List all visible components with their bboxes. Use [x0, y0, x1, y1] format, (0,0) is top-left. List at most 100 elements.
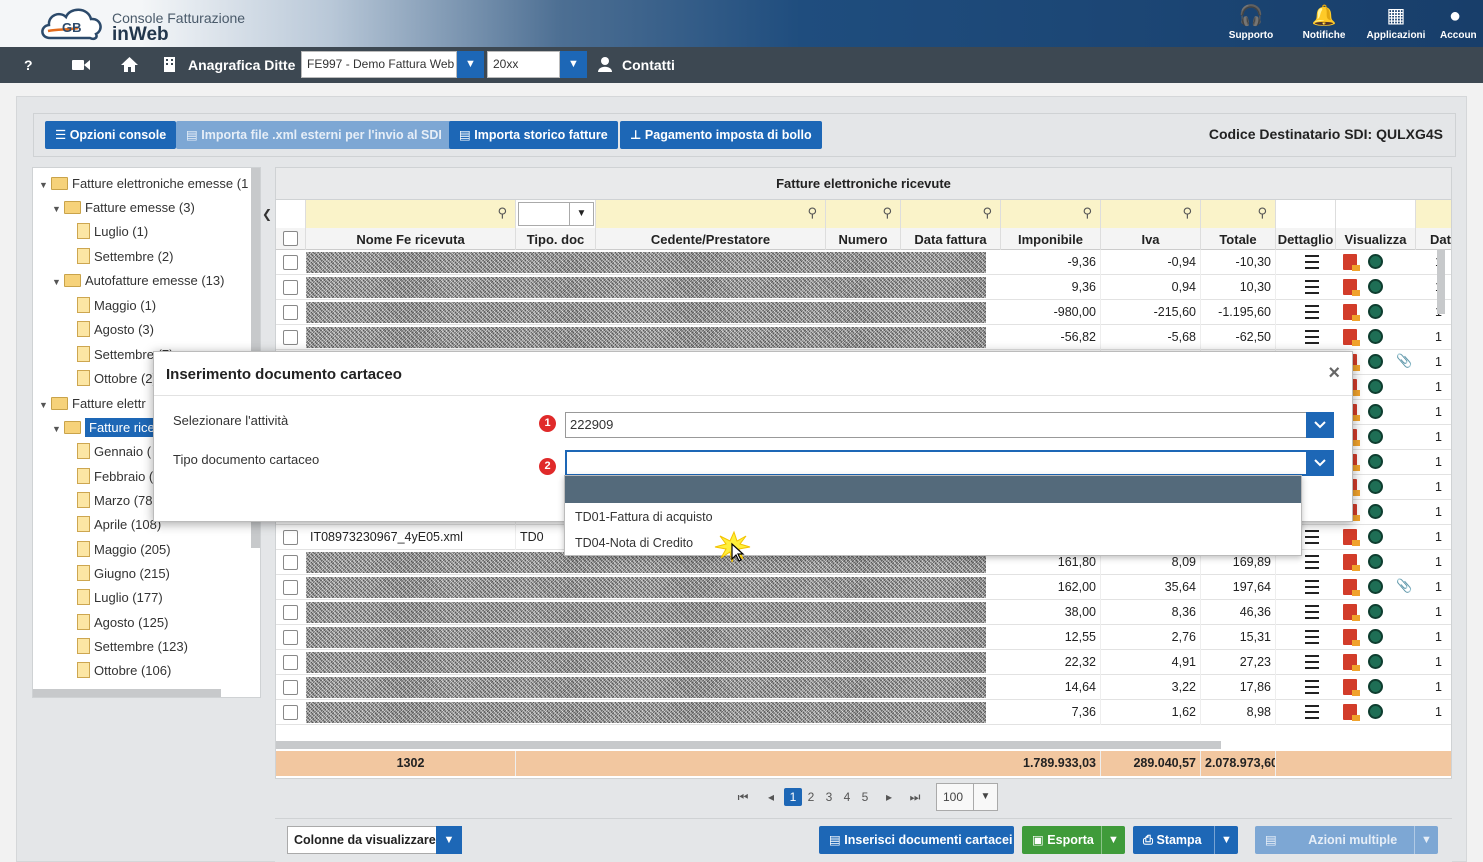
menu-lines-icon[interactable]	[1305, 280, 1319, 294]
row-checkbox[interactable]	[283, 580, 298, 595]
tree-node[interactable]: Agosto (125)	[65, 613, 168, 633]
col-nome[interactable]: Nome Fe ricevuta	[306, 228, 516, 250]
view-invoice-icon[interactable]	[1368, 379, 1383, 394]
importa-xml-button[interactable]: ▤ Importa file .xml esterni per l'invio …	[176, 121, 452, 149]
view-invoice-icon[interactable]	[1368, 304, 1383, 319]
filter-nome[interactable]: ⚲	[306, 200, 516, 228]
chevron-down-icon[interactable]	[1306, 412, 1334, 438]
col-visualizza[interactable]: Visualizza	[1336, 228, 1416, 250]
col-numero[interactable]: Numero	[826, 228, 901, 250]
tree-node[interactable]: Maggio (1)	[65, 296, 156, 316]
col-dettaglio[interactable]: Dettaglio	[1276, 228, 1336, 250]
chevron-down-icon[interactable]: ▼	[1414, 826, 1438, 854]
tipo-documento-select[interactable]	[565, 450, 1334, 476]
page-3[interactable]: 3	[823, 788, 835, 806]
apps-button[interactable]: ▦ Applicazioni	[1366, 2, 1426, 41]
tree-node[interactable]: Settembre (123)	[65, 637, 188, 657]
pdf-file-icon[interactable]	[1343, 254, 1360, 271]
esporta-button[interactable]: ▣ Esporta ▼	[1022, 826, 1125, 854]
tree-node[interactable]: Luglio (177)	[65, 588, 163, 608]
chevron-down-icon[interactable]: ▼	[1101, 826, 1125, 854]
first-page-icon[interactable]: ⏮	[737, 788, 749, 806]
chevron-down-icon[interactable]: ▼	[436, 826, 462, 854]
option-td04[interactable]: TD04-Nota di Credito	[565, 530, 1301, 556]
filter-numero[interactable]: ⚲	[826, 200, 901, 228]
filter-totale[interactable]: ⚲	[1201, 200, 1276, 228]
tree-node[interactable]: Gennaio (	[65, 442, 151, 462]
menu-lines-icon[interactable]	[1305, 305, 1319, 319]
importa-storico-button[interactable]: ▤ Importa storico fatture	[449, 121, 618, 149]
chevron-down-icon[interactable]	[1306, 450, 1334, 476]
table-row[interactable]: 162,00 35,64 197,64 📎 1	[276, 575, 1451, 600]
pdf-file-icon[interactable]	[1343, 329, 1360, 346]
view-invoice-icon[interactable]	[1368, 354, 1383, 369]
paperclip-icon[interactable]: 📎	[1396, 578, 1412, 594]
tree-node[interactable]: Ottobre (2)	[65, 369, 157, 389]
view-invoice-icon[interactable]	[1368, 404, 1383, 419]
menu-lines-icon[interactable]	[1305, 605, 1319, 619]
view-invoice-icon[interactable]	[1368, 579, 1383, 594]
expand-triangle-icon[interactable]: ▼	[39, 395, 51, 415]
col-data-fattura[interactable]: Data fattura	[901, 228, 1001, 250]
menu-lines-icon[interactable]	[1305, 330, 1319, 344]
prev-page-icon[interactable]: ◂	[765, 788, 777, 806]
company-select[interactable]: FE997 - Demo Fattura Web	[301, 51, 457, 78]
view-invoice-icon[interactable]	[1368, 429, 1383, 444]
tree-node[interactable]: Febbraio (	[65, 467, 153, 487]
view-invoice-icon[interactable]	[1368, 529, 1383, 544]
row-checkbox[interactable]	[283, 555, 298, 570]
col-data[interactable]: Data	[1416, 228, 1451, 250]
table-row[interactable]: -56,82 -5,68 -62,50 1	[276, 325, 1451, 350]
filter-iva[interactable]: ⚲	[1101, 200, 1201, 228]
pdf-file-icon[interactable]	[1343, 554, 1360, 571]
page-5[interactable]: 5	[859, 788, 871, 806]
view-invoice-icon[interactable]	[1368, 629, 1383, 644]
menu-lines-icon[interactable]	[1305, 655, 1319, 669]
video-camera-icon[interactable]	[72, 47, 90, 83]
menu-lines-icon[interactable]	[1305, 680, 1319, 694]
view-invoice-icon[interactable]	[1368, 279, 1383, 294]
pdf-file-icon[interactable]	[1343, 279, 1360, 296]
grid-horizontal-scrollbar[interactable]	[276, 741, 1221, 749]
year-select[interactable]: 20xx	[487, 51, 560, 78]
filter-tipo[interactable]: ▼	[516, 200, 596, 228]
menu-lines-icon[interactable]	[1305, 555, 1319, 569]
help-button[interactable]: ?	[24, 47, 33, 83]
view-invoice-icon[interactable]	[1368, 504, 1383, 519]
grid-vertical-scrollbar[interactable]	[1437, 250, 1445, 314]
menu-lines-icon[interactable]	[1305, 580, 1319, 594]
tree-node[interactable]: Aprile (108)	[65, 515, 161, 535]
company-select-chevron-down-icon[interactable]: ▼	[457, 51, 484, 78]
table-row[interactable]: 22,32 4,91 27,23 1	[276, 650, 1451, 675]
tree-node[interactable]: ▼ Fatture emesse (3)	[52, 198, 195, 218]
close-icon[interactable]: ×	[1328, 362, 1340, 385]
row-checkbox[interactable]	[283, 305, 298, 320]
notifications-button[interactable]: 🔔 Notifiche	[1294, 2, 1354, 41]
support-button[interactable]: 🎧 Supporto	[1221, 2, 1281, 41]
col-totale[interactable]: Totale	[1201, 228, 1276, 250]
row-checkbox[interactable]	[283, 330, 298, 345]
menu-lines-icon[interactable]	[1305, 630, 1319, 644]
colonne-select[interactable]: Colonne da visualizzare ▼	[287, 826, 462, 854]
option-td01[interactable]: TD01-Fattura di acquisto	[565, 504, 1301, 530]
account-button[interactable]: ● Accoun	[1440, 2, 1483, 41]
menu-lines-icon[interactable]	[1305, 255, 1319, 269]
menu-lines-icon[interactable]	[1305, 705, 1319, 719]
tree-node[interactable]: ▼ Fatture elettr	[39, 394, 146, 414]
pdf-file-icon[interactable]	[1343, 704, 1360, 721]
chevron-down-icon[interactable]: ▼	[569, 203, 593, 225]
page-1[interactable]: 1	[784, 788, 802, 806]
dropdown-empty-option[interactable]	[565, 476, 1301, 503]
chevron-down-icon[interactable]: ▼	[1214, 826, 1238, 854]
col-cedente[interactable]: Cedente/Prestatore	[596, 228, 826, 250]
table-row[interactable]: -9,36-0,94-10,301	[276, 250, 1451, 275]
table-row[interactable]: 12,55 2,76 15,31 1	[276, 625, 1451, 650]
anagrafica-ditte-link[interactable]: Anagrafica Ditte	[188, 47, 295, 83]
view-invoice-icon[interactable]	[1368, 554, 1383, 569]
page-size-select[interactable]: 100 ▼	[936, 783, 998, 811]
table-row[interactable]: 38,00 8,36 46,36 1	[276, 600, 1451, 625]
tree-node[interactable]: ▼ Autofatture emesse (13)	[52, 271, 224, 291]
stampa-button[interactable]: ⎙ Stampa ▼	[1133, 826, 1238, 854]
view-invoice-icon[interactable]	[1368, 604, 1383, 619]
tree-node[interactable]: Marzo (78	[65, 491, 153, 511]
